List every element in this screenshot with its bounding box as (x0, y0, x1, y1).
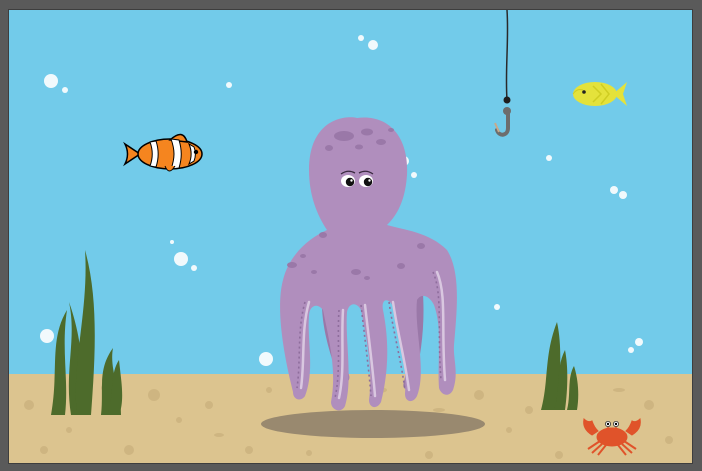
game-scene (8, 9, 693, 464)
fishing-sinker (503, 96, 511, 104)
game-frame (0, 0, 702, 471)
octopus-shadow (261, 410, 485, 438)
